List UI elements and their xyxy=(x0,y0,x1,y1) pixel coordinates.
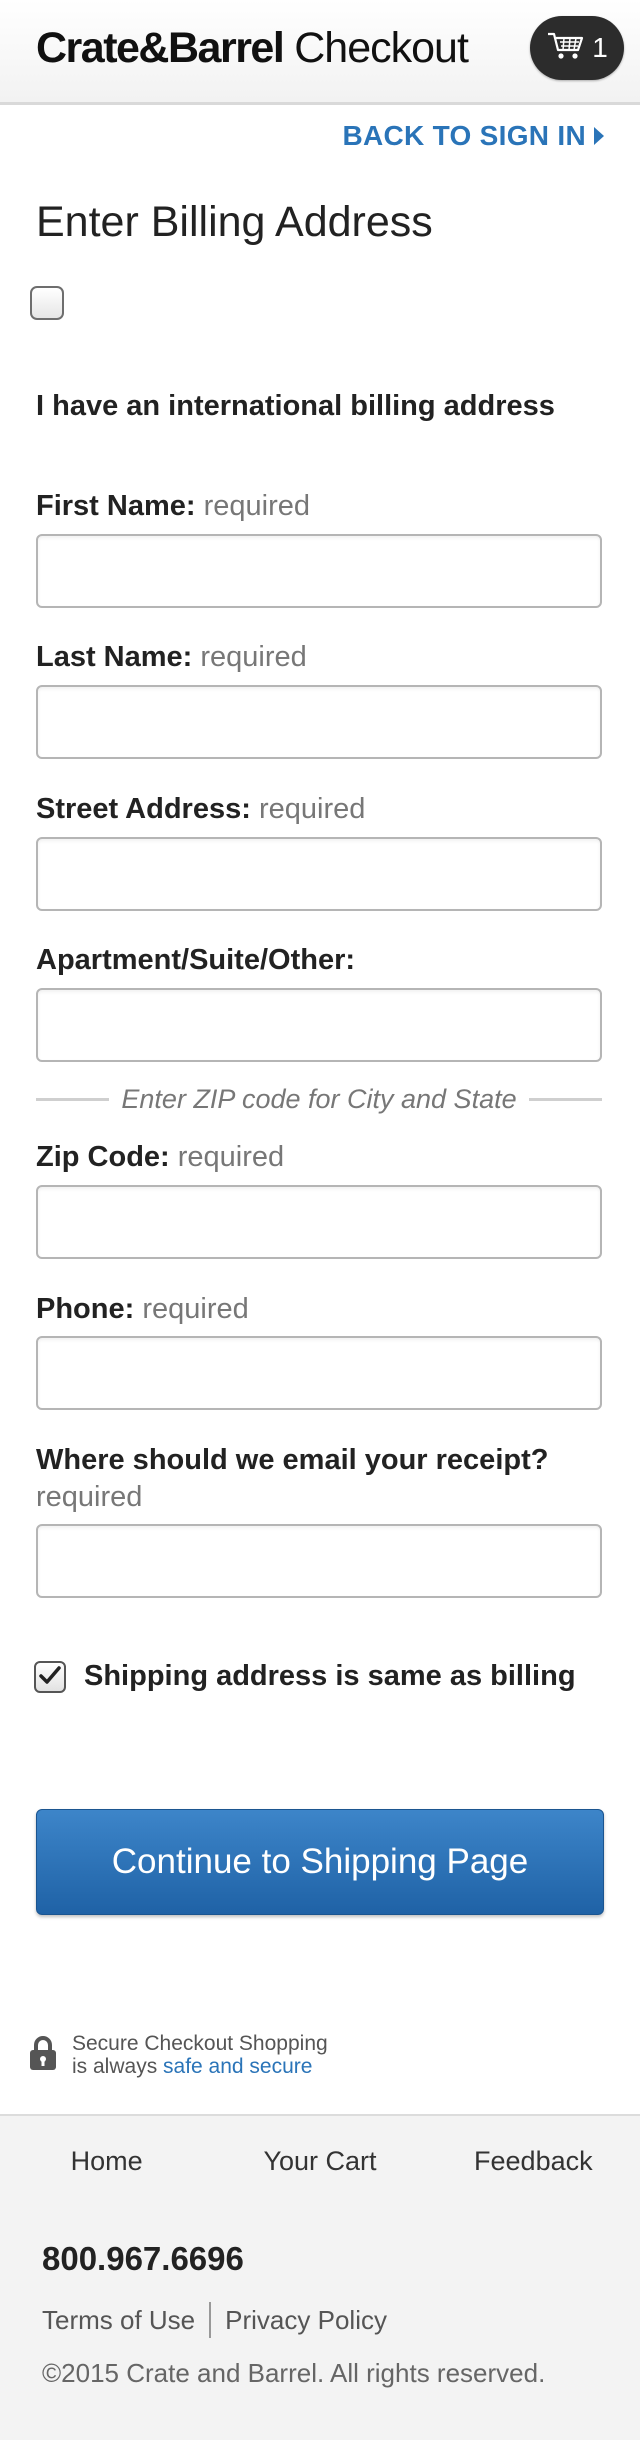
checkout-label: Checkout xyxy=(283,24,469,72)
secure-line2: is always safe and secure xyxy=(72,2055,328,2078)
link-separator xyxy=(209,2302,212,2338)
customer-service-phone[interactable]: 800.967.6696 xyxy=(42,2240,244,2278)
footer-nav-feedback[interactable]: Feedback xyxy=(427,2146,640,2177)
brand-logo[interactable]: Crate&Barrel Checkout xyxy=(36,24,469,73)
secure-checkout-notice: Secure Checkout Shopping is always safe … xyxy=(28,2032,328,2078)
secure-line2-prefix: is always xyxy=(72,2055,164,2078)
brand-name: Crate&Barrel xyxy=(36,24,285,72)
page-title: Enter Billing Address xyxy=(36,198,433,246)
street-address-label: Street Address: required xyxy=(36,793,365,826)
zip-code-field[interactable] xyxy=(36,1185,602,1259)
first-name-label: First Name: required xyxy=(36,490,310,523)
required-indicator: required xyxy=(258,793,366,825)
first-name-label-text: First Name: xyxy=(36,490,196,522)
terms-of-use-link[interactable]: Terms of Use xyxy=(42,2305,195,2336)
last-name-label-text: Last Name: xyxy=(36,641,193,673)
shipping-same-label[interactable]: Shipping address is same as billing xyxy=(84,1660,576,1693)
zip-hint-divider: Enter ZIP code for City and State xyxy=(36,1082,603,1116)
email-label: Where should we email your receipt? xyxy=(36,1444,548,1477)
phone-label-text: Phone: xyxy=(36,1293,135,1325)
apartment-label-text: Apartment/Suite/Other: xyxy=(36,944,356,976)
footer-nav-your-cart[interactable]: Your Cart xyxy=(213,2146,426,2177)
apartment-field[interactable] xyxy=(36,988,602,1062)
shipping-same-checkbox[interactable] xyxy=(34,1661,66,1693)
email-field[interactable] xyxy=(36,1524,602,1598)
secure-line1: Secure Checkout Shopping xyxy=(72,2032,328,2055)
checkmark-icon xyxy=(39,1665,61,1690)
required-indicator: required xyxy=(36,1481,143,1513)
street-address-label-text: Street Address: xyxy=(36,793,251,825)
last-name-field[interactable] xyxy=(36,685,602,759)
street-address-field[interactable] xyxy=(36,837,602,911)
apartment-label: Apartment/Suite/Other: xyxy=(36,944,355,977)
international-address-label[interactable]: I have an international billing address xyxy=(36,390,555,423)
safe-and-secure-link[interactable]: safe and secure xyxy=(163,2055,312,2078)
zip-code-label-text: Zip Code: xyxy=(36,1141,170,1173)
divider-line xyxy=(36,1097,110,1101)
zip-hint-text: Enter ZIP code for City and State xyxy=(121,1083,517,1114)
caret-right-icon xyxy=(594,127,604,145)
last-name-label: Last Name: required xyxy=(36,641,307,674)
international-address-checkbox[interactable] xyxy=(30,286,64,320)
phone-field[interactable] xyxy=(36,1336,602,1410)
phone-label: Phone: required xyxy=(36,1293,249,1326)
footer-nav: Home Your Cart Feedback xyxy=(0,2114,640,2208)
shopping-cart-icon xyxy=(546,30,586,67)
zip-code-label: Zip Code: required xyxy=(36,1141,284,1174)
secure-text: Secure Checkout Shopping is always safe … xyxy=(72,2032,328,2078)
site-footer: 800.967.6696 Terms of Use Privacy Policy… xyxy=(0,2206,640,2440)
divider-line xyxy=(528,1097,603,1101)
footer-nav-home[interactable]: Home xyxy=(0,2146,213,2177)
lock-icon xyxy=(28,2034,58,2077)
required-indicator: required xyxy=(142,1293,249,1325)
email-required-label: required xyxy=(36,1481,142,1514)
cart-button[interactable]: 1 xyxy=(530,16,624,80)
privacy-policy-link[interactable]: Privacy Policy xyxy=(225,2305,387,2336)
back-to-sign-in-link[interactable]: BACK TO SIGN IN xyxy=(342,120,604,152)
back-to-sign-in-label: BACK TO SIGN IN xyxy=(342,120,586,151)
email-label-text: Where should we email your receipt? xyxy=(36,1444,549,1476)
first-name-field[interactable] xyxy=(36,534,602,608)
site-header: Crate&Barrel Checkout 1 xyxy=(0,0,640,105)
required-indicator: required xyxy=(177,1141,285,1173)
required-indicator: required xyxy=(203,490,311,522)
cart-count: 1 xyxy=(592,32,608,63)
continue-to-shipping-button[interactable]: Continue to Shipping Page xyxy=(36,1809,604,1915)
legal-links: Terms of Use Privacy Policy xyxy=(42,2302,387,2338)
required-indicator: required xyxy=(200,641,307,673)
copyright-text: ©2015 Crate and Barrel. All rights reser… xyxy=(42,2358,546,2388)
